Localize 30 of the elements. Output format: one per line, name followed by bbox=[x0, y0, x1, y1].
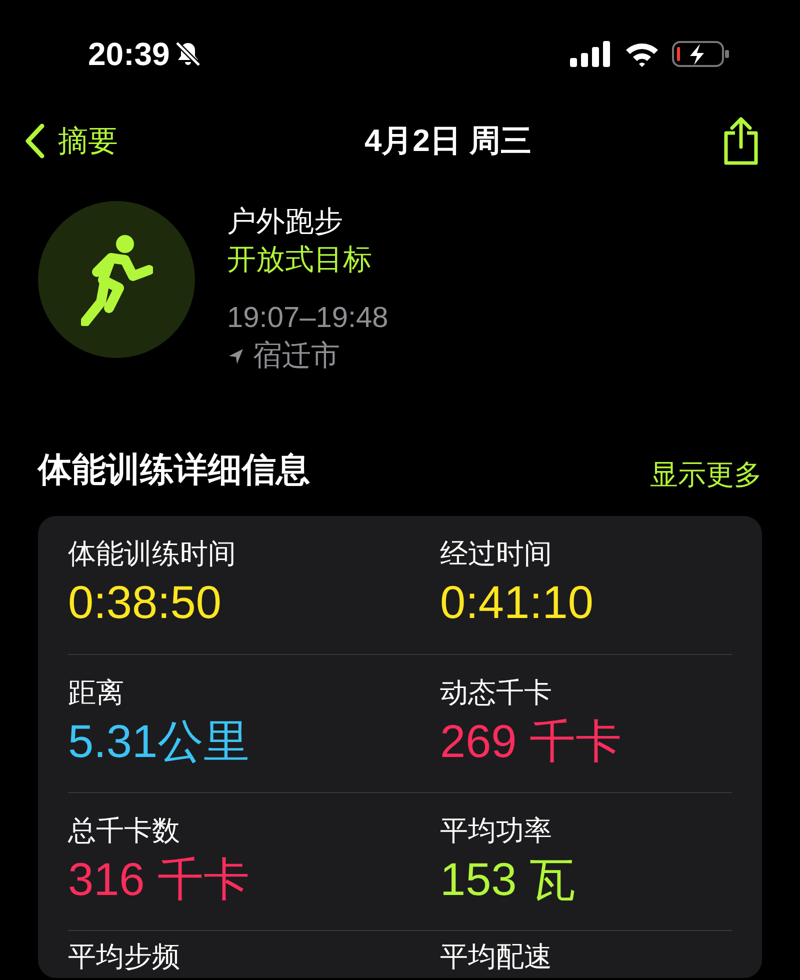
metric-label: 总千卡数 bbox=[68, 814, 181, 848]
running-figure-icon bbox=[80, 234, 152, 326]
show-more-link[interactable]: 显示更多 bbox=[650, 454, 762, 496]
charging-battery-icon bbox=[672, 41, 730, 67]
metric-label: 平均步频 bbox=[68, 940, 181, 974]
workout-goal: 开放式目标 bbox=[227, 243, 373, 278]
signal-icon bbox=[570, 41, 612, 67]
workout-type: 户外跑步 bbox=[227, 205, 344, 240]
section-title: 体能训练详细信息 bbox=[38, 450, 310, 491]
metric-value: 5.31公里 bbox=[68, 714, 251, 769]
metric-value: 153 瓦 bbox=[440, 852, 577, 907]
metric-value: 0:41:10 bbox=[440, 575, 594, 630]
workout-location: 宿迁市 bbox=[253, 339, 340, 374]
wifi-icon bbox=[624, 41, 660, 67]
metric-label: 体能训练时间 bbox=[68, 537, 237, 571]
back-button[interactable]: 摘要 bbox=[24, 118, 118, 164]
metric-label: 平均功率 bbox=[440, 814, 553, 848]
metric-label: 距离 bbox=[68, 676, 125, 710]
workout-time-range: 19:07–19:48 bbox=[227, 301, 388, 336]
location-arrow-icon bbox=[227, 347, 245, 365]
chevron-left-icon bbox=[24, 123, 46, 159]
metric-label: 经过时间 bbox=[440, 537, 553, 571]
metric-value: 0:38:50 bbox=[68, 575, 222, 630]
nav-title: 4月2日 周三 bbox=[364, 122, 532, 160]
metric-label: 平均配速 bbox=[440, 940, 553, 974]
metric-label: 动态千卡 bbox=[440, 676, 553, 710]
metric-value: 316 千卡 bbox=[68, 852, 251, 907]
share-icon[interactable] bbox=[722, 117, 760, 165]
status-time: 20:39 bbox=[88, 35, 170, 74]
metric-value: 269 千卡 bbox=[440, 714, 623, 769]
